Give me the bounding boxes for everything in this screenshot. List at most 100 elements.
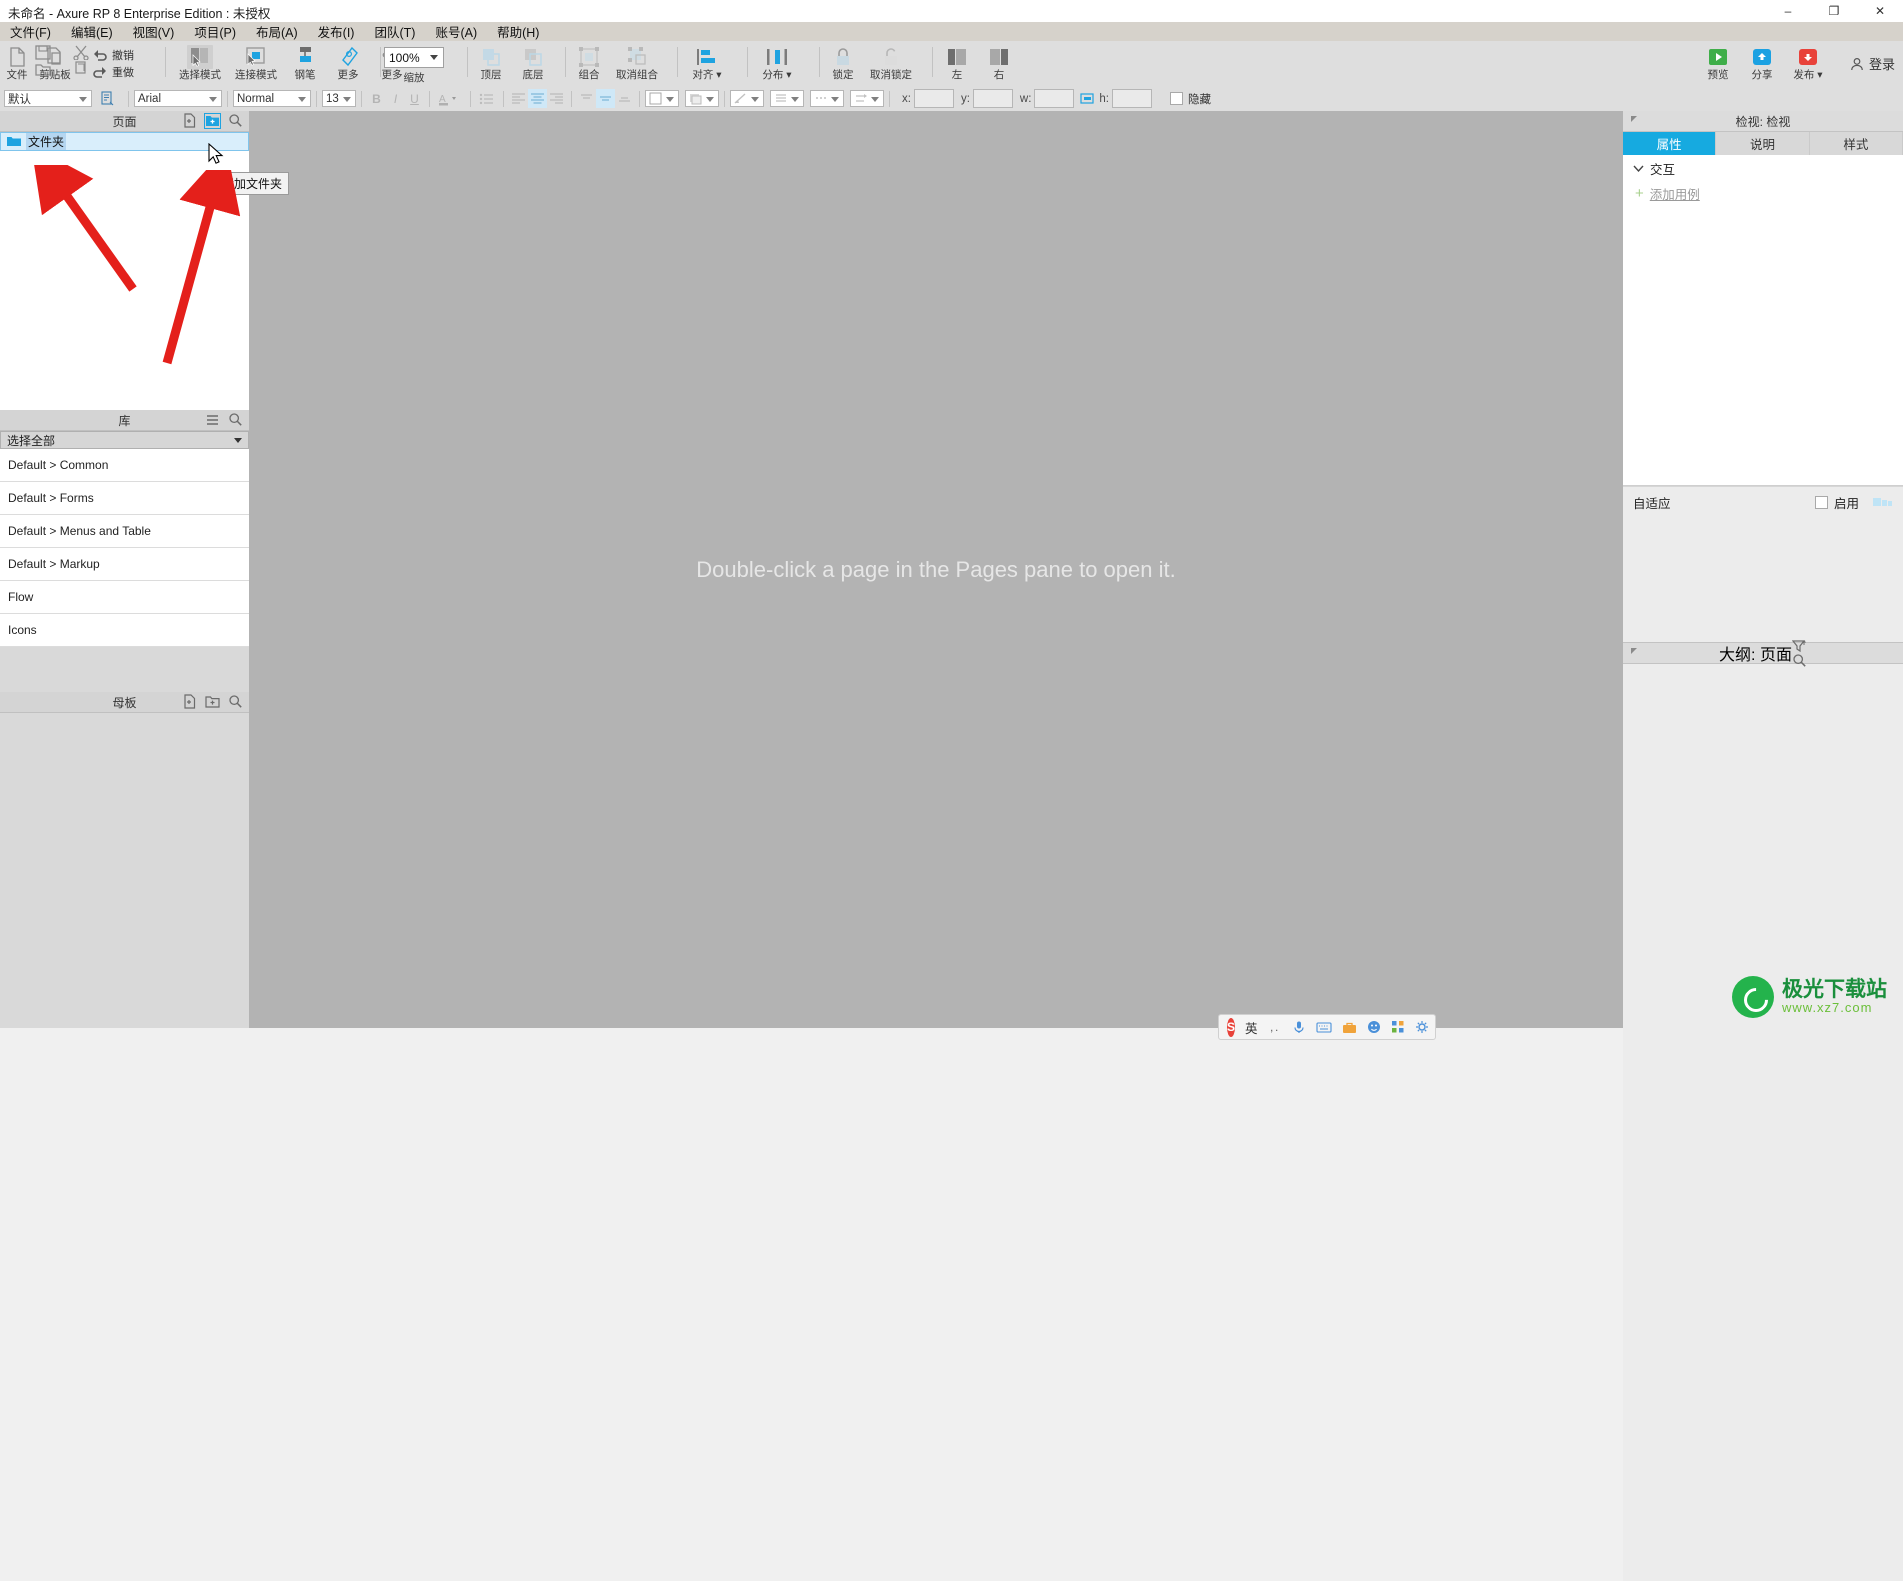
group-button[interactable]: 组合 (568, 41, 610, 81)
login-button[interactable]: 登录 (1850, 41, 1895, 73)
line-style-select[interactable] (810, 90, 844, 107)
menu-view[interactable]: 视图(V) (123, 21, 185, 42)
undo-button[interactable]: 撤销 (92, 46, 134, 63)
italic-button[interactable]: I (386, 89, 405, 108)
connect-mode-button[interactable]: 连接模式 (228, 41, 284, 81)
font-size-select[interactable]: 13 (322, 90, 356, 107)
design-canvas[interactable]: Double-click a page in the Pages pane to… (249, 111, 1623, 1028)
library-item[interactable]: Icons (0, 614, 249, 647)
library-item[interactable]: Default > Menus and Table (0, 515, 249, 548)
collapse-arrow-icon[interactable] (1629, 114, 1641, 126)
align-left-button[interactable] (509, 89, 528, 108)
add-master-icon[interactable] (182, 694, 197, 709)
library-item[interactable]: Flow (0, 581, 249, 614)
keyboard-icon[interactable] (1315, 1019, 1332, 1036)
zoom-select[interactable]: 100% (384, 47, 444, 68)
close-button[interactable]: ✕ (1857, 0, 1903, 22)
menu-file[interactable]: 文件(F) (0, 21, 61, 42)
menu-help[interactable]: 帮助(H) (487, 21, 549, 42)
adaptive-enable-checkbox[interactable] (1814, 495, 1828, 509)
widget-style-select[interactable]: 默认 (4, 90, 92, 107)
align-top-button[interactable] (577, 89, 596, 108)
line-color-select[interactable] (730, 90, 764, 107)
share-button[interactable]: 分享 (1740, 41, 1784, 81)
outline-body[interactable] (1623, 664, 1903, 1581)
underline-button[interactable]: U (405, 89, 424, 108)
ungroup-button[interactable]: 取消组合 (610, 41, 664, 81)
sogou-logo-icon[interactable]: S (1227, 1017, 1236, 1037)
left-pane-button[interactable]: 左 (936, 41, 978, 81)
ime-mode-label[interactable]: 英 (1245, 1018, 1258, 1037)
toolbox-icon[interactable] (1342, 1019, 1357, 1036)
shadow-select[interactable] (685, 90, 719, 107)
preview-button[interactable]: 预览 (1696, 41, 1740, 81)
menu-account[interactable]: 账号(A) (425, 21, 487, 42)
line-width-select[interactable] (770, 90, 804, 107)
send-back-button[interactable]: 底层 (512, 41, 554, 81)
redo-button[interactable]: 重做 (92, 63, 134, 80)
interaction-section-header[interactable]: 交互 (1623, 155, 1903, 181)
bold-button[interactable]: B (367, 89, 386, 108)
font-color-button[interactable]: A (435, 89, 465, 108)
maximize-button[interactable]: ❐ (1811, 0, 1857, 22)
search-icon[interactable] (228, 412, 243, 427)
select-mode-button[interactable]: 选择模式 (172, 41, 228, 81)
clipboard-button[interactable]: 剪贴板 (38, 41, 72, 81)
menu-project[interactable]: 项目(P) (184, 21, 246, 42)
h-input[interactable] (1112, 89, 1152, 108)
file-button[interactable]: 文件 (0, 41, 34, 81)
style-editor-icon[interactable] (98, 89, 117, 108)
settings-icon[interactable] (1415, 1019, 1429, 1036)
arrow-style-select[interactable] (850, 90, 884, 107)
add-case-button[interactable]: + 添加用例 (1623, 181, 1903, 205)
cut-icon[interactable] (72, 44, 90, 60)
search-icon[interactable] (228, 694, 243, 709)
tab-notes[interactable]: 说明 (1716, 132, 1810, 155)
y-input[interactable] (972, 89, 1013, 108)
x-input[interactable] (913, 89, 954, 108)
right-pane-button[interactable]: 右 (978, 41, 1020, 81)
filter-icon[interactable] (1791, 639, 1807, 653)
more-button[interactable]: 更多 (326, 41, 370, 81)
minimize-button[interactable]: – (1765, 0, 1811, 22)
search-icon[interactable] (228, 113, 243, 128)
search-icon[interactable] (1792, 653, 1807, 668)
pen-button[interactable]: 钢笔 (284, 41, 326, 81)
bullet-list-button[interactable] (476, 89, 498, 108)
tab-style[interactable]: 样式 (1809, 132, 1903, 155)
align-middle-button[interactable] (596, 89, 615, 108)
lock-button[interactable]: 锁定 (822, 41, 864, 81)
page-name[interactable]: 文件夹 (26, 133, 67, 150)
align-button[interactable]: 对齐 ▾ (681, 41, 733, 81)
mic-icon[interactable] (1292, 1019, 1306, 1036)
comma-icon[interactable]: ,. (1268, 1019, 1282, 1036)
menu-publish[interactable]: 发布(I) (308, 21, 365, 42)
library-item[interactable]: Default > Common (0, 449, 249, 482)
add-folder-icon[interactable] (205, 695, 220, 709)
bring-front-button[interactable]: 顶层 (470, 41, 512, 81)
fill-color-select[interactable] (645, 90, 679, 107)
publish-button[interactable]: 发布 ▾ (1784, 41, 1832, 81)
add-folder-icon[interactable] (204, 112, 221, 129)
font-family-select[interactable]: Arial (134, 90, 222, 107)
distribute-button[interactable]: 分布 ▾ (751, 41, 803, 81)
menu-layout[interactable]: 布局(A) (246, 21, 308, 42)
w-input[interactable] (1034, 89, 1075, 108)
hidden-checkbox[interactable] (1170, 92, 1183, 105)
font-weight-select[interactable]: Normal (233, 90, 311, 107)
unlock-button[interactable]: 取消锁定 (864, 41, 918, 81)
align-center-button[interactable] (528, 89, 547, 108)
library-selector[interactable]: 选择全部 (0, 431, 249, 449)
align-right-button[interactable] (547, 89, 566, 108)
menu-team[interactable]: 团队(T) (364, 21, 425, 42)
adaptive-views-icon[interactable] (1873, 495, 1893, 509)
collapse-arrow-icon[interactable] (1629, 646, 1641, 658)
lock-aspect-icon[interactable] (1078, 89, 1097, 108)
tab-properties[interactable]: 属性 (1623, 132, 1717, 155)
apps-icon[interactable] (1391, 1019, 1405, 1036)
emoji-icon[interactable] (1367, 1019, 1381, 1036)
hamburger-icon[interactable] (205, 413, 220, 427)
align-bottom-button[interactable] (615, 89, 634, 108)
menu-edit[interactable]: 编辑(E) (61, 21, 123, 42)
library-item[interactable]: Default > Markup (0, 548, 249, 581)
